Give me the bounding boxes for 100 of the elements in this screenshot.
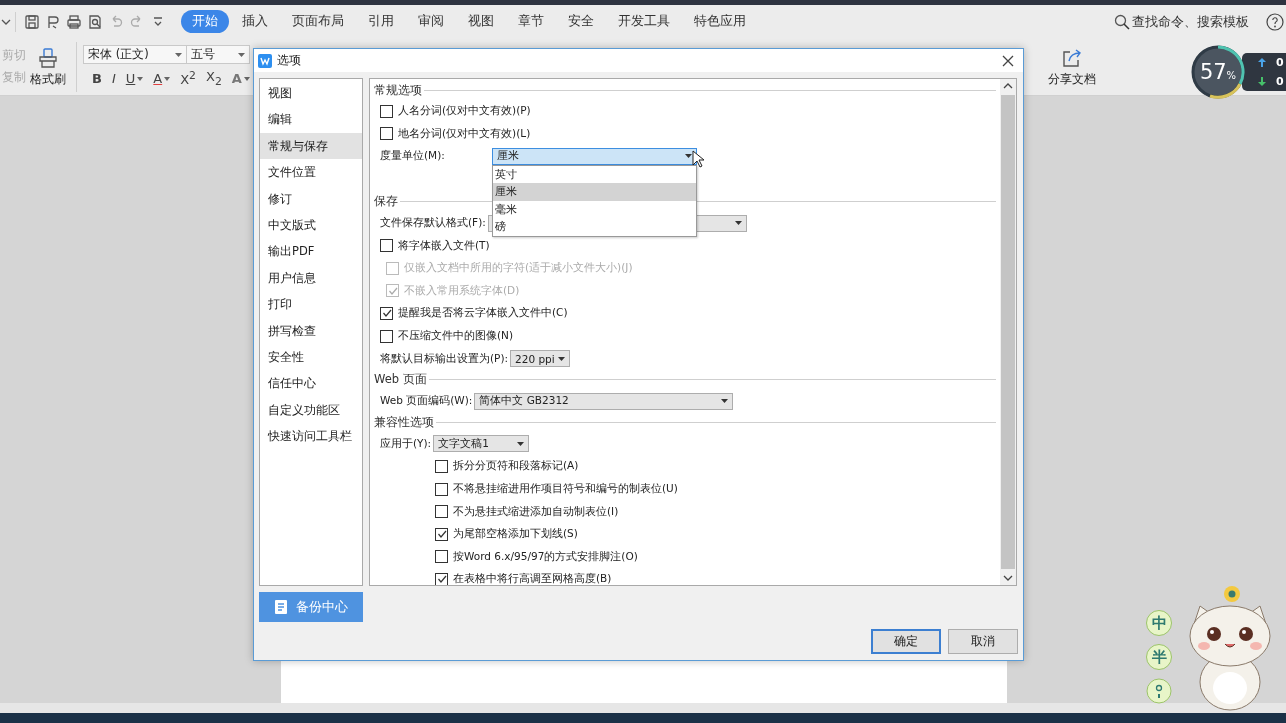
print-preview-icon[interactable]: [87, 13, 103, 30]
menu-tab[interactable]: 页面布局: [281, 10, 355, 33]
brush-icon: [37, 46, 59, 69]
menu-tab[interactable]: 开发工具: [607, 10, 681, 33]
print-icon[interactable]: [66, 13, 82, 30]
format-button[interactable]: X$^{2}$: [177, 69, 199, 88]
checkbox[interactable]: [380, 104, 393, 118]
export-icon[interactable]: [45, 13, 61, 30]
format-painter-button[interactable]: 格式刷: [26, 38, 70, 95]
category-item[interactable]: 常规与保存: [260, 132, 362, 160]
format-button[interactable]: A: [228, 71, 253, 86]
category-item[interactable]: 自定义功能区: [260, 396, 362, 424]
format-button[interactable]: X$_{2}$: [203, 69, 225, 88]
dialog-title: 选项: [277, 52, 301, 69]
dropdown-field[interactable]: 文字文稿1: [433, 435, 530, 453]
category-item[interactable]: 安全性: [260, 343, 362, 371]
dropdown-field[interactable]: 220 ppi: [510, 350, 571, 368]
ime-mode-button[interactable]: 中: [1146, 610, 1172, 636]
checkbox[interactable]: [380, 239, 393, 253]
percent-sign: %: [1226, 70, 1237, 81]
save-icon[interactable]: [24, 13, 40, 30]
field-label: 文件保存默认格式(F):: [380, 216, 486, 231]
caret-icon: [734, 221, 742, 226]
category-item[interactable]: 输出PDF: [260, 238, 362, 265]
caret-icon: [238, 52, 245, 57]
dialog-button[interactable]: 确定: [871, 629, 941, 654]
checkbox-label: 仅嵌入文档中所用的字符(适于减小文件大小)(J): [404, 261, 633, 276]
checkbox-label: 在表格中将行高调至网格高度(B): [453, 572, 612, 585]
caret-icon: [721, 399, 729, 404]
scrollbar-thumb[interactable]: [1001, 95, 1015, 569]
document-icon: [274, 599, 288, 615]
checkbox-label: 不压缩文件中的图像(N): [398, 329, 514, 344]
format-button[interactable]: U: [122, 71, 147, 86]
category-item[interactable]: 文件位置: [260, 159, 362, 186]
checkbox[interactable]: [435, 527, 448, 541]
search-field[interactable]: 查找命令、搜索模板: [1114, 13, 1260, 30]
ime-mode-button[interactable]: 半: [1146, 644, 1172, 670]
checkbox[interactable]: [435, 459, 448, 473]
font-size-combo[interactable]: 五号: [187, 45, 250, 65]
checkbox[interactable]: [435, 505, 448, 519]
dropdown-field[interactable]: 厘米: [492, 148, 697, 165]
checkbox[interactable]: [380, 127, 393, 141]
usage-percent: 57: [1199, 60, 1227, 84]
dialog-button[interactable]: 取消: [948, 629, 1018, 654]
menu-tab[interactable]: 审阅: [407, 10, 455, 33]
format-button[interactable]: A: [150, 71, 174, 86]
upload-speed: 0: [1276, 56, 1284, 69]
checkbox-label: 拆分分页符和段落标记(A): [453, 459, 579, 474]
section-title: 兼容性选项: [374, 415, 434, 431]
category-item[interactable]: 拼写检查: [260, 317, 362, 344]
field-label: 将默认目标输出设置为(P):: [380, 351, 509, 366]
download-speed: 0: [1276, 75, 1284, 88]
checkbox[interactable]: [380, 329, 393, 343]
checkbox-label: 按Word 6.x/95/97的方式安排脚注(O): [453, 549, 638, 564]
checkbox[interactable]: [435, 550, 448, 564]
menu-tab[interactable]: 特色应用: [683, 10, 757, 33]
category-item[interactable]: 中文版式: [260, 211, 362, 239]
menu-tab[interactable]: 安全: [557, 10, 605, 33]
font-name-combo[interactable]: 宋体 (正文): [83, 45, 187, 65]
menu-tab[interactable]: 视图: [457, 10, 505, 33]
share-document-button[interactable]: 分享文档: [1044, 38, 1100, 95]
section-title: Web 页面: [374, 372, 427, 388]
help-icon[interactable]: [1266, 12, 1284, 31]
checkbox-label: 不为悬挂式缩进添加自动制表位(I): [453, 504, 619, 519]
checkbox-label: 将字体嵌入文件(T): [398, 238, 490, 253]
menu-tab[interactable]: 章节: [507, 10, 555, 33]
category-item[interactable]: 快速访问工具栏: [260, 423, 362, 450]
format-button[interactable]: I: [108, 71, 119, 86]
search-icon[interactable]: [1114, 13, 1130, 30]
scrollbar[interactable]: [1000, 79, 1016, 585]
dropdown-option[interactable]: 磅: [493, 218, 696, 236]
close-icon[interactable]: [1002, 54, 1014, 67]
caret-icon: [517, 441, 525, 446]
checkbox[interactable]: [380, 306, 393, 320]
category-item[interactable]: 用户信息: [260, 264, 362, 292]
menu-tab[interactable]: 插入: [231, 10, 279, 33]
down-arrow-icon: [1258, 77, 1266, 86]
field-label: 应用于(Y):: [380, 436, 432, 451]
punctuation-mode-icon[interactable]: [1146, 678, 1172, 704]
checkbox[interactable]: [435, 482, 448, 496]
checkbox-label: 人名分词(仅对中文有效)(P): [398, 104, 531, 119]
category-item[interactable]: 信任中心: [260, 370, 362, 397]
checkbox[interactable]: [435, 572, 448, 585]
section-title: 保存: [374, 194, 398, 210]
field-label: Web 页面编码(W):: [380, 394, 473, 409]
category-item[interactable]: 打印: [260, 291, 362, 318]
chevron-down-icon[interactable]: [1, 17, 11, 26]
dropdown-field[interactable]: 简体中文 GB2312: [474, 392, 734, 410]
category-item[interactable]: 修订: [260, 185, 362, 212]
format-button[interactable]: B: [89, 71, 105, 86]
checkbox-label: 不嵌入常用系统字体(D): [404, 283, 520, 298]
menu-tab[interactable]: 开始: [181, 10, 229, 33]
menu-tab[interactable]: 引用: [357, 10, 405, 33]
dropdown-option[interactable]: 毫米: [493, 201, 696, 219]
dropdown-option[interactable]: 英寸: [493, 166, 696, 184]
field-label: 度量单位(M):: [380, 149, 446, 164]
caret-icon: [558, 356, 566, 361]
category-item[interactable]: 编辑: [260, 106, 362, 133]
dropdown-option[interactable]: 厘米: [493, 183, 696, 201]
category-item[interactable]: 视图: [260, 80, 362, 107]
